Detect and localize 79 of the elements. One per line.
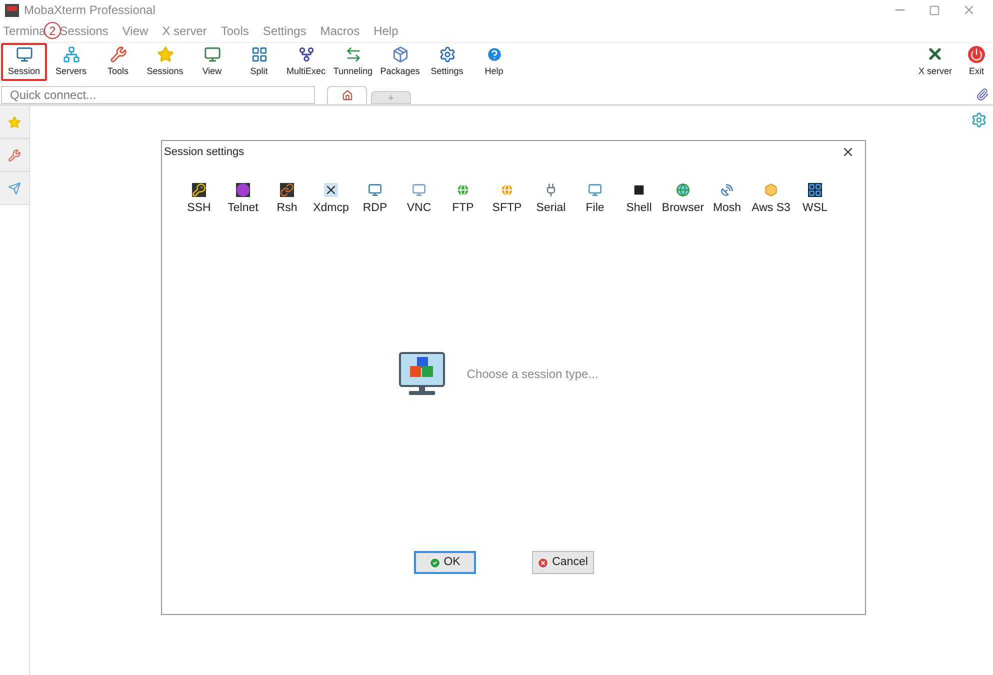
- menu-item[interactable]: Tools: [220, 22, 249, 40]
- quick-connect-field[interactable]: Quick connect...: [1, 86, 315, 104]
- session-type-button[interactable]: Browser: [661, 183, 705, 218]
- toolbar-button[interactable]: Packages: [377, 43, 423, 81]
- toolbar-button[interactable]: X server: [910, 43, 960, 81]
- wrench-icon: [110, 46, 126, 63]
- monitor-cubes-icon: [398, 352, 445, 396]
- menu-item[interactable]: Help: [374, 22, 398, 40]
- ok-button[interactable]: OK: [414, 551, 476, 574]
- key-icon: [192, 183, 206, 197]
- menu-item[interactable]: View: [122, 22, 148, 40]
- globe-icon: [456, 183, 470, 197]
- cross-icon: [537, 556, 550, 569]
- check-icon: [428, 556, 441, 569]
- gear-icon[interactable]: [971, 112, 987, 128]
- wrench-icon: [8, 148, 21, 162]
- hexagon-icon: [764, 183, 778, 197]
- toolbar-button[interactable]: Split: [236, 43, 282, 81]
- home-icon: [342, 90, 352, 101]
- power-icon: [968, 46, 985, 63]
- menu-item[interactable]: Sessions: [60, 22, 108, 40]
- session-type-button[interactable]: FTP: [441, 183, 485, 218]
- cancel-button[interactable]: Cancel: [532, 551, 594, 574]
- toolbar-button[interactable]: Tools: [95, 43, 141, 81]
- session-type-button[interactable]: SFTP: [485, 183, 529, 218]
- plug-icon: [544, 183, 558, 197]
- prompt-text: Choose a session type...: [466, 366, 598, 384]
- star-icon: [8, 116, 21, 128]
- toolbar-button[interactable]: Exit: [960, 43, 993, 81]
- session-type-button[interactable]: File: [573, 183, 617, 218]
- menu-item[interactable]: Macros: [320, 22, 360, 40]
- session-type-button[interactable]: Mosh: [705, 183, 749, 218]
- globe-icon: [676, 183, 690, 197]
- toolbar-button[interactable]: Tunneling: [330, 43, 376, 81]
- session-type-button[interactable]: Aws S3: [749, 183, 793, 218]
- arrows-icon: [344, 46, 362, 63]
- sidebar-button[interactable]: [0, 139, 29, 172]
- session-type-button[interactable]: SSH: [177, 183, 221, 218]
- link-icon: [280, 183, 294, 197]
- star-icon: [156, 46, 174, 63]
- session-type-button[interactable]: Telnet: [221, 183, 265, 218]
- paperclip-icon[interactable]: [976, 88, 989, 101]
- toolbar-button[interactable]: Sessions: [142, 43, 188, 81]
- toolbar-button[interactable]: MultiExec: [283, 43, 329, 81]
- session-type-button[interactable]: Xdmcp: [309, 183, 353, 218]
- session-type-button[interactable]: WSL: [793, 183, 837, 218]
- dialog-title: Session settings: [164, 144, 244, 160]
- session-type-button[interactable]: Serial: [529, 183, 573, 218]
- step-marker: 2: [44, 22, 61, 39]
- toolbar-button[interactable]: View: [189, 43, 235, 81]
- window-title: MobaXterm Professional: [24, 2, 156, 19]
- globe-icon: [500, 183, 514, 197]
- grid-icon: [808, 183, 822, 197]
- session-type-button[interactable]: Shell: [617, 183, 661, 218]
- grid-icon: [250, 46, 268, 63]
- toolbar-button[interactable]: Servers: [48, 43, 94, 81]
- close-icon[interactable]: [841, 145, 855, 159]
- package-icon: [392, 46, 408, 63]
- menu-item[interactable]: Settings: [262, 22, 306, 40]
- fork-icon: [298, 46, 314, 63]
- satellite-dish-icon: [720, 183, 734, 197]
- sidebar-button[interactable]: [0, 106, 29, 139]
- toolbar-button[interactable]: Help: [471, 43, 517, 81]
- toolbar-button[interactable]: Session: [1, 43, 47, 81]
- session-type-button[interactable]: VNC: [397, 183, 441, 218]
- paper-plane-icon: [8, 182, 21, 194]
- toolbar-button[interactable]: Settings: [424, 43, 470, 81]
- sidebar-button[interactable]: [0, 172, 29, 205]
- app-logo-icon: [5, 4, 19, 16]
- maximize-icon[interactable]: [929, 4, 940, 16]
- session-type-button[interactable]: Rsh: [265, 183, 309, 218]
- plus-icon: [387, 94, 395, 102]
- gear-icon: [438, 46, 456, 63]
- session-type-button[interactable]: RDP: [353, 183, 397, 218]
- network-icon: [62, 46, 80, 63]
- help-icon: [486, 46, 502, 63]
- tab[interactable]: [327, 86, 367, 104]
- ball-icon: [236, 183, 250, 197]
- menu-item[interactable]: X server: [162, 22, 207, 40]
